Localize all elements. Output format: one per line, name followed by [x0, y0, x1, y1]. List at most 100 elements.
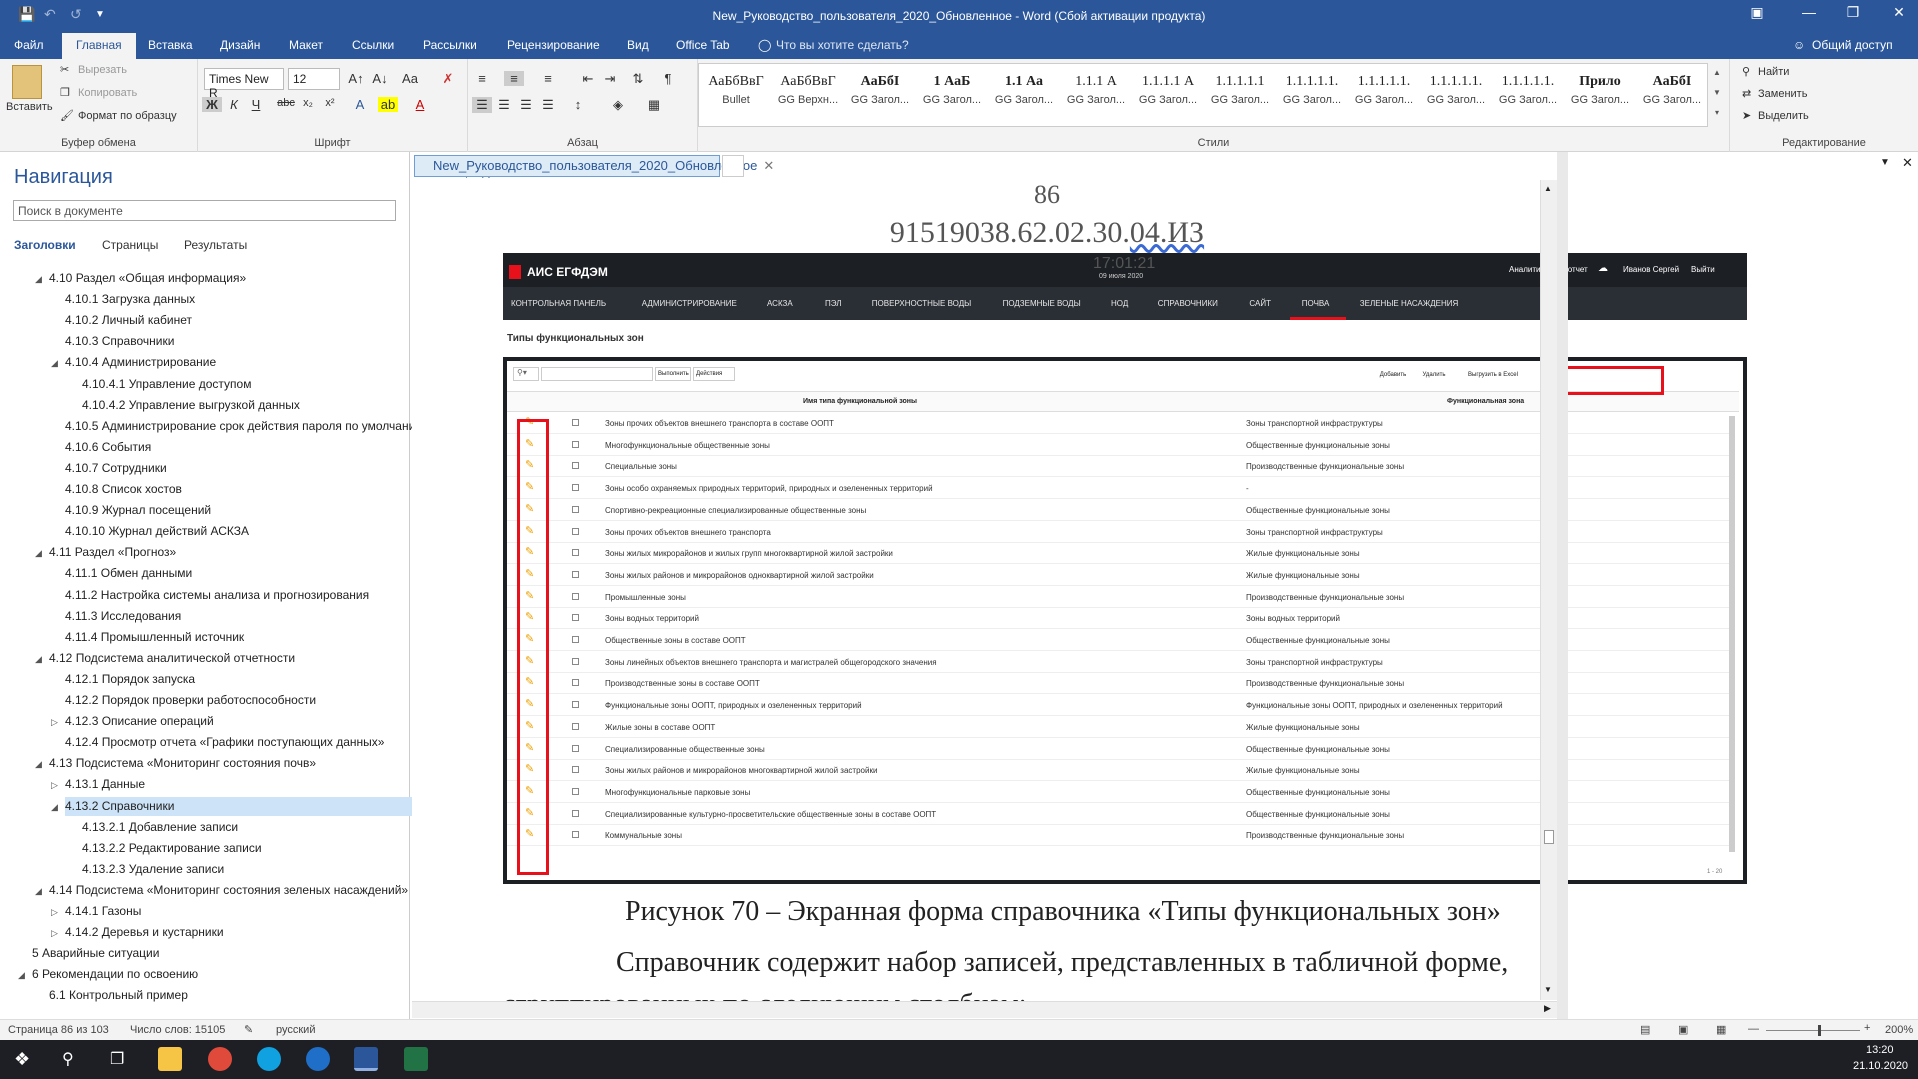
nav-heading-item[interactable]: 6.1 Контрольный пример [49, 986, 188, 1005]
align-center-icon[interactable]: ☰ [494, 97, 514, 113]
nav-heading-item[interactable]: 4.12.3 Описание операций [65, 712, 214, 731]
row-checkbox[interactable] [572, 614, 579, 622]
zoom-in-icon[interactable]: + [1864, 1022, 1870, 1034]
app-menu-item[interactable]: СПРАВОЧНИКИ [1158, 299, 1218, 308]
tab-insert[interactable]: Вставка [148, 38, 193, 52]
expand-triangle-icon[interactable]: ▷ [51, 717, 58, 728]
style-item[interactable]: 1.1.1 А GG Загол... [1061, 68, 1131, 115]
file-explorer-icon[interactable] [158, 1047, 182, 1071]
nav-heading-item[interactable]: 4.14 Подсистема «Мониторинг состояния зе… [49, 881, 408, 900]
tab-review[interactable]: Рецензирование [507, 38, 600, 52]
row-checkbox[interactable] [572, 722, 579, 730]
tabs-close-icon[interactable]: ✕ [1902, 155, 1913, 171]
actions-dropdown[interactable]: Действия [693, 367, 735, 381]
nav-heading-item[interactable]: 4.14.2 Деревья и кустарники [65, 923, 224, 942]
row-checkbox[interactable] [572, 831, 579, 839]
tell-me-box[interactable]: Что вы хотите сделать? [776, 38, 909, 52]
zoom-out-icon[interactable]: — [1748, 1023, 1759, 1035]
collapse-triangle-icon[interactable]: ◢ [35, 759, 42, 770]
web-layout-icon[interactable]: ▦ [1716, 1023, 1726, 1036]
scroll-down-icon[interactable]: ▼ [1544, 985, 1552, 994]
execute-button[interactable]: Выполнить [655, 367, 691, 381]
delete-button[interactable]: Удалить [1416, 368, 1452, 383]
nav-heading-item[interactable]: 4.10.6 События [65, 438, 151, 457]
text-effects-icon[interactable]: A [350, 97, 370, 112]
tab-home[interactable]: Главная [62, 33, 136, 59]
nav-heading-item[interactable]: 4.12.4 Просмотр отчета «Графики поступаю… [65, 733, 384, 752]
nav-heading-item[interactable]: 4.10 Раздел «Общая информация» [49, 269, 246, 288]
row-checkbox[interactable] [572, 592, 579, 600]
style-item[interactable]: 1.1.1.1.1. GG Загол... [1421, 68, 1491, 115]
justify-icon[interactable]: ☰ [538, 97, 558, 113]
increase-indent-icon[interactable]: ⇥ [600, 71, 620, 87]
style-item[interactable]: 1.1.1.1 А GG Загол... [1133, 68, 1203, 115]
line-spacing-icon[interactable]: ↕ [568, 97, 588, 112]
font-name-select[interactable]: Times New R [204, 68, 284, 100]
collapse-triangle-icon[interactable]: ◢ [35, 274, 42, 285]
app-menu-item[interactable]: ПОВЕРХНОСТНЫЕ ВОДЫ [872, 299, 971, 308]
row-checkbox[interactable] [572, 766, 579, 774]
row-checkbox[interactable] [572, 701, 579, 709]
find-button[interactable]: Найти [1758, 66, 1789, 78]
ribbon-display-icon[interactable]: ▣ [1742, 4, 1772, 21]
search-taskbar-icon[interactable]: ⚲ [62, 1049, 74, 1069]
shrink-font-icon[interactable]: A↓ [370, 71, 390, 86]
paste-icon[interactable] [12, 65, 42, 99]
strikethrough-icon[interactable]: abc [276, 97, 296, 109]
nav-heading-item[interactable]: 6 Рекомендации по освоению [32, 965, 198, 984]
bullets-icon[interactable]: ≡ [472, 71, 492, 86]
nav-heading-item[interactable]: 4.13.2.3 Удаление записи [82, 860, 224, 879]
horizontal-scrollbar[interactable]: ▶ [412, 1001, 1557, 1018]
clear-format-icon[interactable]: ✗ [438, 71, 458, 87]
style-item[interactable]: АаБбВвГ GG Верхн... [773, 68, 843, 115]
exit-link[interactable]: Выйти [1691, 265, 1715, 274]
nav-heading-item[interactable]: 4.10.3 Справочники [65, 332, 174, 351]
app-menu-item[interactable]: ПОЧВА [1302, 299, 1330, 308]
scroll-thumb[interactable] [1544, 830, 1554, 844]
style-item[interactable]: 1.1.1.1.1. GG Загол... [1349, 68, 1419, 115]
close-icon[interactable]: ✕ [1884, 4, 1914, 21]
nav-tab-headings[interactable]: Заголовки [14, 238, 76, 252]
chrome-icon[interactable] [208, 1047, 232, 1071]
table-scrollbar[interactable] [1729, 416, 1735, 852]
multilevel-list-icon[interactable]: ≡ [538, 71, 558, 86]
zoom-slider-thumb[interactable] [1818, 1025, 1821, 1036]
subscript-icon[interactable]: x₂ [298, 97, 318, 109]
app-menu-item[interactable]: КОНТРОЛЬНАЯ ПАНЕЛЬ [511, 299, 606, 308]
word-taskbar-icon[interactable] [354, 1047, 378, 1071]
nav-heading-item[interactable]: 4.10.8 Список хостов [65, 480, 182, 499]
style-item[interactable]: 1.1 Аа GG Загол... [989, 68, 1059, 115]
nav-heading-item[interactable]: 4.13.1 Данные [65, 775, 145, 794]
nav-heading-item[interactable]: 4.13.2 Справочники [65, 796, 468, 816]
replace-button[interactable]: Заменить [1758, 88, 1807, 100]
collapse-triangle-icon[interactable]: ◢ [35, 886, 42, 897]
nav-heading-item[interactable]: 4.10.4.2 Управление выгрузкой данных [82, 396, 300, 415]
row-checkbox[interactable] [572, 636, 579, 643]
language[interactable]: русский [276, 1024, 315, 1036]
row-checkbox[interactable] [572, 484, 579, 492]
print-layout-icon[interactable]: ▣ [1678, 1023, 1688, 1036]
zoom-slider[interactable] [1766, 1030, 1860, 1031]
word-count[interactable]: Число слов: 15105 [130, 1024, 225, 1036]
expand-triangle-icon[interactable]: ▷ [51, 928, 58, 939]
nav-heading-item[interactable]: 4.10.1 Загрузка данных [65, 290, 195, 309]
app-menu-item[interactable]: ЗЕЛЕНЫЕ НАСАЖДЕНИЯ [1360, 299, 1459, 308]
collapse-triangle-icon[interactable]: ◢ [51, 358, 58, 369]
windows-start-icon[interactable]: ❖ [14, 1049, 30, 1070]
nav-heading-item[interactable]: 4.13 Подсистема «Мониторинг состояния по… [49, 754, 316, 773]
row-checkbox[interactable] [572, 657, 579, 665]
style-item[interactable]: АаБбI GG Загол... [845, 68, 915, 115]
expand-triangle-icon[interactable]: ▷ [51, 907, 58, 918]
nav-heading-item[interactable]: 4.13.2.1 Добавление записи [82, 818, 238, 837]
pilcrow-icon[interactable]: ¶ [658, 71, 678, 86]
filter-input[interactable] [541, 367, 653, 381]
read-mode-icon[interactable]: ▤ [1640, 1023, 1650, 1036]
nav-heading-item[interactable]: 4.10.4 Администрирование [65, 353, 216, 372]
row-checkbox[interactable] [572, 440, 579, 448]
select-button[interactable]: Выделить [1758, 110, 1809, 122]
filter-icon[interactable]: ⚲▾ [513, 367, 539, 381]
style-item[interactable]: АаБбВвГ Bullet [701, 68, 771, 115]
tab-file[interactable]: Файл [14, 38, 44, 52]
app-menu-item[interactable]: НОД [1111, 299, 1128, 308]
share-button[interactable]: Общий доступ [1812, 38, 1893, 52]
